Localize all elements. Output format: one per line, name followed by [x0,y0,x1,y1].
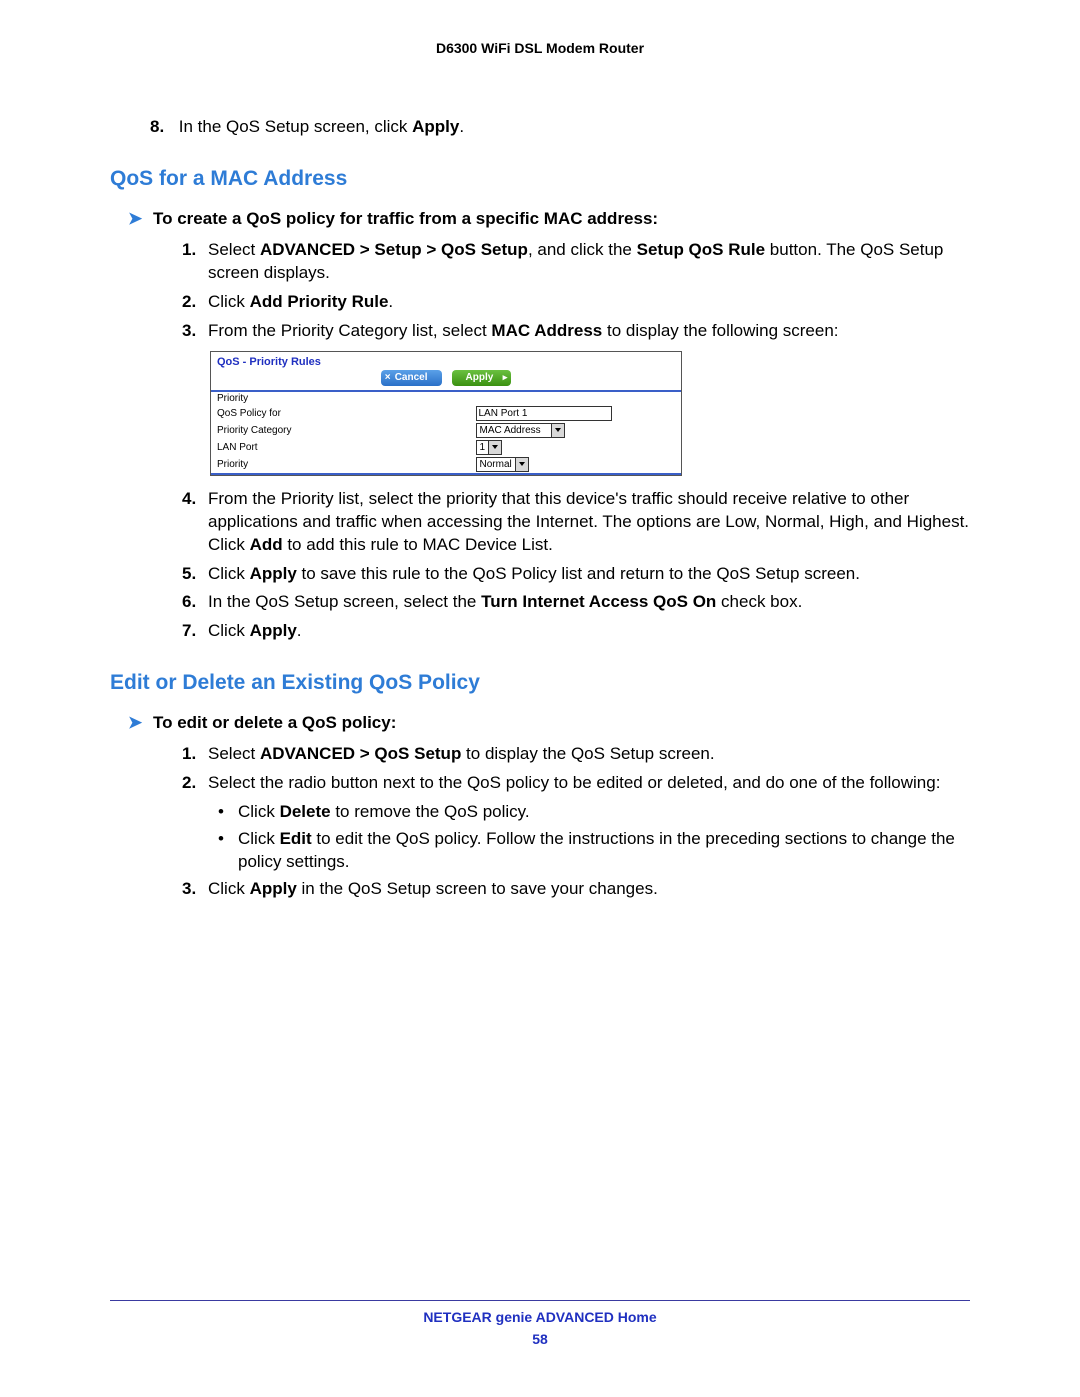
t: From the Priority Category list, select [208,321,491,340]
panel-title: QoS - Priority Rules [211,352,681,370]
b: Edit [280,829,312,848]
label-priority-category: Priority Category [211,422,470,439]
t: Click [238,802,280,821]
footer-title: NETGEAR genie ADVANCED Home [110,1309,970,1325]
t: Click [208,879,250,898]
lan-port-select[interactable]: 1 [476,440,503,455]
label-lan-port: LAN Port [211,439,470,456]
page-number: 58 [110,1331,970,1347]
label-policy-for: QoS Policy for [211,405,470,422]
step-8: 8. In the QoS Setup screen, click Apply. [150,116,970,139]
step-number: 2. [182,772,208,795]
t: to edit the QoS policy. Follow the instr… [238,829,955,871]
step-a4: 4. From the Priority list, select the pr… [182,488,970,557]
b: Setup QoS Rule [637,240,765,259]
cancel-button[interactable]: Cancel [381,370,442,386]
step-number: 6. [182,591,208,614]
t: Click [208,621,250,640]
step-number: 1. [182,239,208,285]
step-text: In the QoS Setup screen, click [179,117,412,136]
t: . [388,292,393,311]
b: Apply [250,564,297,583]
t: . [297,621,302,640]
step-post: . [459,117,464,136]
apply-button[interactable]: Apply [452,370,512,386]
t: Select [208,744,260,763]
select-value: Normal [476,457,516,472]
t: Click [208,292,250,311]
step-number: 7. [182,620,208,643]
t: check box. [716,592,802,611]
t: to display the QoS Setup screen. [461,744,714,763]
bullet-delete: • Click Delete to remove the QoS policy. [218,801,970,824]
step-bold: Apply [412,117,459,136]
lead-text: To edit or delete a QoS policy: [153,713,396,732]
step-b3: 3. Click Apply in the QoS Setup screen t… [182,878,970,901]
t: to save this rule to the QoS Policy list… [297,564,860,583]
step-a2: 2. Click Add Priority Rule. [182,291,970,314]
t: In the QoS Setup screen, select the [208,592,481,611]
step-number: 5. [182,563,208,586]
procedure-lead-b: ➤ To edit or delete a QoS policy: [128,713,970,733]
t: Select the radio button next to the QoS … [208,773,940,792]
step-a5: 5. Click Apply to save this rule to the … [182,563,970,586]
policy-for-field[interactable]: LAN Port 1 [476,406,612,421]
form-table: Priority QoS Policy for LAN Port 1 Prior… [211,392,681,473]
select-value: 1 [476,440,490,455]
chevron-down-icon [552,423,565,438]
step-b1: 1. Select ADVANCED > QoS Setup to displa… [182,743,970,766]
b: ADVANCED > Setup > QoS Setup [260,240,528,259]
t: in the QoS Setup screen to save your cha… [297,879,658,898]
t: to display the following screen: [602,321,838,340]
qos-priority-rules-panel: QoS - Priority Rules Cancel Apply Priori… [210,351,682,476]
b: Apply [250,879,297,898]
step-number: 1. [182,743,208,766]
page-footer: NETGEAR genie ADVANCED Home 58 [110,1300,970,1347]
b: Add Priority Rule [250,292,389,311]
b: Add [250,535,283,554]
t: Click [208,564,250,583]
arrow-icon: ➤ [128,713,142,732]
step-a6: 6. In the QoS Setup screen, select the T… [182,591,970,614]
bullet-edit: • Click Edit to edit the QoS policy. Fol… [218,828,970,874]
b: ADVANCED > QoS Setup [260,744,461,763]
step-a7: 7. Click Apply. [182,620,970,643]
t: to add this rule to MAC Device List. [283,535,553,554]
arrow-icon: ➤ [128,209,142,228]
chevron-down-icon [489,440,502,455]
bullet-icon: • [218,828,238,874]
step-b2: 2. Select the radio button next to the Q… [182,772,970,795]
b: MAC Address [491,321,602,340]
divider [211,473,681,475]
heading-qos-mac: QoS for a MAC Address [110,167,970,191]
step-number: 4. [182,488,208,557]
label-priority: Priority [211,392,470,405]
bullet-icon: • [218,801,238,824]
t: Click [238,829,280,848]
priority-category-select[interactable]: MAC Address [476,423,565,438]
label-priority2: Priority [211,456,470,473]
chevron-down-icon [516,457,529,472]
select-value: MAC Address [476,423,552,438]
t: , and click the [528,240,637,259]
lead-text: To create a QoS policy for traffic from … [153,209,658,228]
doc-header: D6300 WiFi DSL Modem Router [110,40,970,56]
heading-edit-delete: Edit or Delete an Existing QoS Policy [110,671,970,695]
procedure-lead-a: ➤ To create a QoS policy for traffic fro… [128,209,970,229]
step-number: 3. [182,320,208,343]
b: Turn Internet Access QoS On [481,592,716,611]
step-number: 8. [150,116,174,139]
step-number: 2. [182,291,208,314]
t: Select [208,240,260,259]
step-a3: 3. From the Priority Category list, sele… [182,320,970,343]
t: to remove the QoS policy. [331,802,530,821]
b: Delete [280,802,331,821]
b: Apply [250,621,297,640]
step-number: 3. [182,878,208,901]
step-a1: 1. Select ADVANCED > Setup > QoS Setup, … [182,239,970,285]
priority-select[interactable]: Normal [476,457,529,472]
